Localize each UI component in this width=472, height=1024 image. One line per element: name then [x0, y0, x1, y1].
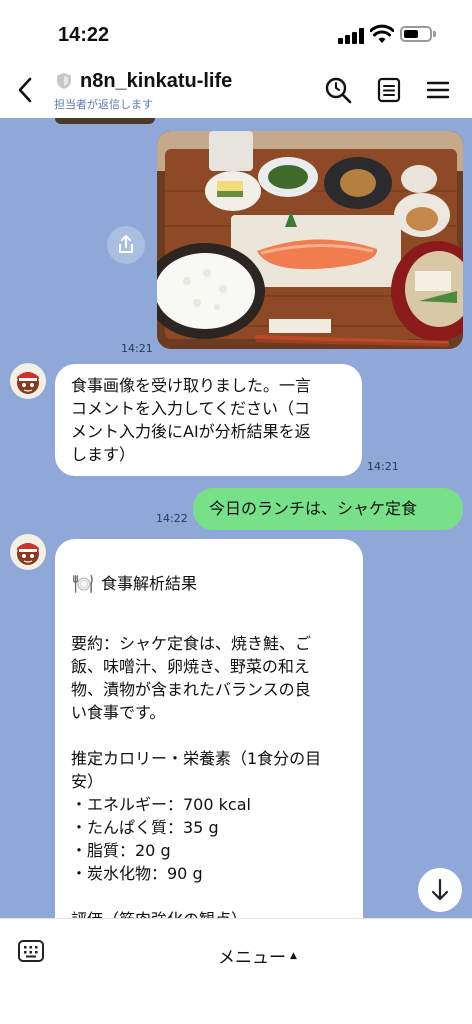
status-time: 14:22 — [58, 24, 110, 46]
analysis-result-header: 食事解析結果 — [71, 572, 347, 595]
menu-icon[interactable] — [424, 76, 452, 104]
user-message: 今日のランチは、シャケ定食 — [193, 488, 463, 530]
menu-label: メニュー — [218, 948, 286, 968]
avatar-icon — [17, 543, 39, 565]
meal-photo[interactable] — [157, 131, 463, 349]
notes-icon[interactable] — [375, 76, 403, 104]
chat-title: n8n_kinkatu-life — [80, 70, 233, 92]
shield-icon — [57, 73, 71, 89]
chat-subtitle: 担当者が返信します — [54, 98, 153, 111]
user-message-timestamp: 14:22 — [156, 512, 188, 525]
previous-photo — [55, 118, 155, 124]
search-icon[interactable] — [324, 76, 352, 104]
avatar[interactable] — [10, 363, 46, 399]
analysis-result-title: 食事解析結果 — [101, 574, 198, 593]
battery-icon — [400, 26, 436, 42]
keyboard-icon[interactable] — [18, 940, 44, 962]
meal-photo-illustration — [157, 131, 463, 349]
caret-up-icon: ▲ — [290, 950, 297, 961]
status-bar: 14:22 — [0, 0, 472, 62]
avatar[interactable] — [10, 534, 46, 570]
arrow-down-icon — [431, 878, 449, 901]
signal-icon — [338, 28, 364, 44]
analysis-result-body: 要約：シャケ定食は、焼き鮭、ご 飯、味噌汁、卵焼き、野菜の和え 物、漬物が含まれ… — [71, 634, 322, 918]
rich-menu-toggle[interactable]: メニュー ▲ — [218, 943, 297, 968]
share-icon — [119, 235, 133, 253]
bottom-bar: メニュー ▲ — [0, 918, 472, 1024]
back-icon[interactable] — [14, 76, 38, 104]
bot-message: 食事画像を受け取りました。一言 コメントを入力してください（コ メント入力後にA… — [55, 364, 362, 476]
chat-header: n8n_kinkatu-life 担当者が返信します — [0, 62, 472, 118]
wifi-icon — [370, 24, 394, 43]
scroll-to-bottom-button[interactable] — [418, 868, 462, 912]
photo-timestamp: 14:21 — [121, 342, 153, 355]
share-button[interactable] — [107, 226, 145, 264]
bot-message-timestamp: 14:21 — [367, 460, 399, 473]
avatar-icon — [17, 372, 39, 394]
chat-area[interactable]: 14:21 食事画像を受け取りました。一言 コメントを入力してください（コ メン… — [0, 118, 472, 918]
analysis-result-message: 食事解析結果 要約：シャケ定食は、焼き鮭、ご 飯、味噌汁、卵焼き、野菜の和え 物… — [55, 539, 363, 918]
plate-cutlery-icon — [73, 574, 93, 593]
